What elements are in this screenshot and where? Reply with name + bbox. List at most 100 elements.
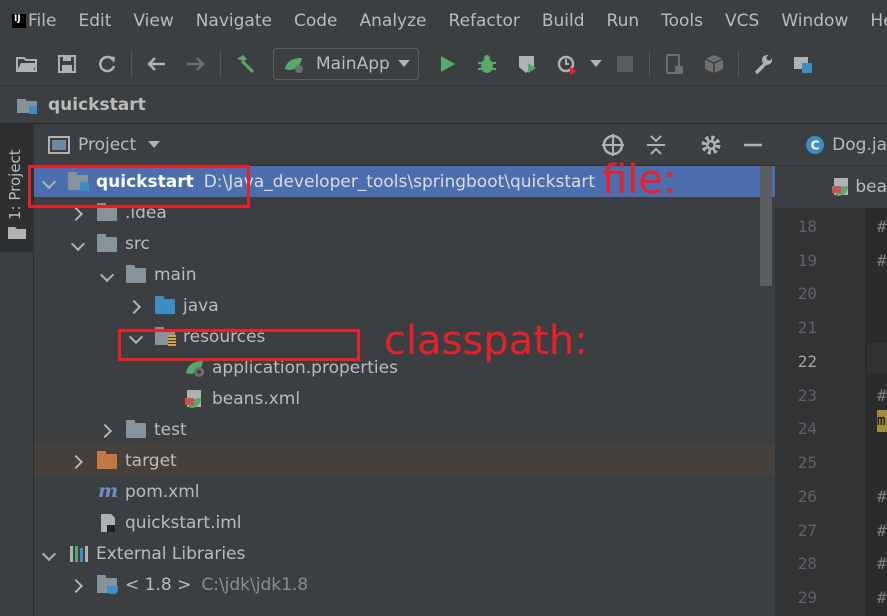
view-dropdown-arrow-icon[interactable] — [148, 140, 161, 149]
menu-build[interactable]: Build — [542, 11, 585, 31]
line-number: 25 — [797, 453, 817, 472]
annotation-box-quickstart — [28, 165, 250, 208]
tree-path: C:\jdk\jdk1.8 — [201, 574, 309, 595]
run-config-selector[interactable]: MainApp — [273, 47, 419, 80]
editor-breadcrumb-label[interactable]: bea — [855, 177, 887, 197]
project-panel: Project quickstart D:\Java_developer_too… — [28, 124, 775, 616]
save-icon[interactable] — [54, 51, 80, 77]
project-tab-label: 1: Project — [6, 149, 24, 220]
toolbar-separator — [131, 50, 132, 77]
code-line[interactable]: # — [877, 588, 887, 607]
gear-icon[interactable] — [698, 132, 724, 158]
toolbar-separator — [648, 50, 650, 77]
tree-label: pom.xml — [125, 481, 200, 502]
tree-row-java[interactable]: java — [34, 290, 775, 321]
locate-target-icon[interactable] — [600, 132, 626, 158]
profiler-icon[interactable] — [554, 51, 580, 77]
chevron-down-icon[interactable] — [42, 547, 56, 561]
forward-arrow-icon[interactable] — [183, 51, 209, 77]
toolbar-separator — [220, 50, 221, 77]
sdk-package-icon[interactable] — [701, 51, 727, 77]
minimize-icon[interactable] — [740, 132, 766, 158]
menu-vcs[interactable]: VCS — [725, 11, 759, 31]
spring-xml-icon — [832, 178, 848, 196]
collapse-all-icon[interactable] — [643, 132, 669, 158]
folder-icon — [97, 233, 119, 254]
jdk-icon — [97, 574, 119, 595]
panel-title[interactable]: Project — [78, 135, 136, 155]
menu-view[interactable]: View — [133, 11, 173, 31]
tree-row-target[interactable]: target — [34, 445, 775, 476]
menu-file[interactable]: File — [28, 11, 56, 31]
menu-run[interactable]: Run — [607, 11, 640, 31]
menu-tools[interactable]: Tools — [661, 11, 703, 31]
tree-row-src[interactable]: src — [34, 228, 775, 259]
code-line[interactable]: # — [877, 521, 887, 540]
line-number: 28 — [797, 554, 817, 573]
folder-icon — [126, 419, 148, 440]
run-icon[interactable] — [434, 51, 460, 77]
chevron-down-icon[interactable] — [71, 237, 85, 251]
menu-window[interactable]: Window — [781, 11, 848, 31]
tree-row-jdk[interactable]: < 1.8 > C:\jdk\jdk1.8 — [34, 569, 775, 600]
chevron-right-icon[interactable] — [129, 299, 143, 313]
excluded-folder-icon — [97, 450, 119, 471]
svg-text:C: C — [811, 138, 820, 152]
chevron-down-icon[interactable] — [589, 51, 603, 77]
editor-breadcrumb-row: bea — [775, 166, 887, 208]
menu-help[interactable]: Help — [870, 11, 887, 31]
tree-row-beans-xml[interactable]: beans.xml — [34, 383, 775, 414]
annotation-classpath-label: classpath: — [384, 318, 588, 364]
code-line[interactable]: # — [877, 217, 887, 236]
menu-code[interactable]: Code — [294, 11, 338, 31]
tree-scrollbar[interactable] — [760, 166, 772, 286]
build-hammer-icon[interactable] — [232, 51, 258, 77]
line-number: 23 — [797, 386, 817, 405]
tree-row-main[interactable]: main — [34, 259, 775, 290]
tree-label: java — [183, 295, 219, 316]
tree-row-test[interactable]: test — [34, 414, 775, 445]
stop-icon[interactable] — [612, 51, 638, 77]
tree-row-pom-xml[interactable]: m pom.xml — [34, 476, 775, 507]
code-line-marker[interactable]: m — [877, 410, 887, 432]
tree-row-quickstart-iml[interactable]: quickstart.iml — [34, 507, 775, 538]
open-folder-icon[interactable] — [14, 51, 40, 77]
sync-icon[interactable] — [94, 51, 120, 77]
chevron-down-icon[interactable] — [100, 268, 114, 282]
chevron-right-icon[interactable] — [100, 423, 114, 437]
code-line[interactable]: # — [877, 554, 887, 573]
annotation-file-label: file: — [602, 157, 677, 203]
editor-tab-dog-java[interactable]: Dog.ja — [832, 135, 887, 155]
back-arrow-icon[interactable] — [143, 51, 169, 77]
source-folder-icon — [155, 295, 177, 316]
line-number: 21 — [797, 318, 817, 337]
debug-bug-icon[interactable] — [474, 51, 500, 77]
iml-file-icon — [97, 513, 119, 533]
annotation-box-resources — [118, 329, 360, 361]
navigation-bar: quickstart — [0, 86, 887, 124]
chevron-right-icon[interactable] — [71, 454, 85, 468]
device-manager-icon[interactable] — [661, 51, 687, 77]
code-line[interactable]: # — [877, 251, 887, 270]
code-line[interactable]: # — [877, 487, 887, 506]
chevron-right-icon[interactable] — [71, 578, 85, 592]
menu-navigate[interactable]: Navigate — [196, 11, 272, 31]
run-config-label: MainApp — [316, 53, 390, 74]
settings-wrench-icon[interactable] — [750, 51, 776, 77]
menu-bar: IJ File Edit View Navigate Code Analyze … — [0, 0, 887, 42]
line-number: 20 — [797, 284, 817, 303]
toolbar-separator — [737, 50, 739, 77]
menu-analyze[interactable]: Analyze — [360, 11, 427, 31]
dropdown-arrow-icon — [397, 59, 410, 67]
tree-row-external-libraries[interactable]: External Libraries — [34, 538, 775, 569]
code-line[interactable]: # — [877, 386, 887, 405]
run-with-coverage-icon[interactable] — [514, 51, 540, 77]
project-structure-icon[interactable] — [790, 51, 816, 77]
menu-edit[interactable]: Edit — [78, 11, 111, 31]
menu-refactor[interactable]: Refactor — [449, 11, 520, 31]
tree-label: External Libraries — [96, 543, 246, 564]
module-folder-icon — [17, 98, 37, 114]
breadcrumb-project[interactable]: quickstart — [48, 95, 146, 115]
class-file-icon: C — [806, 135, 824, 154]
tree-label: src — [125, 233, 150, 254]
